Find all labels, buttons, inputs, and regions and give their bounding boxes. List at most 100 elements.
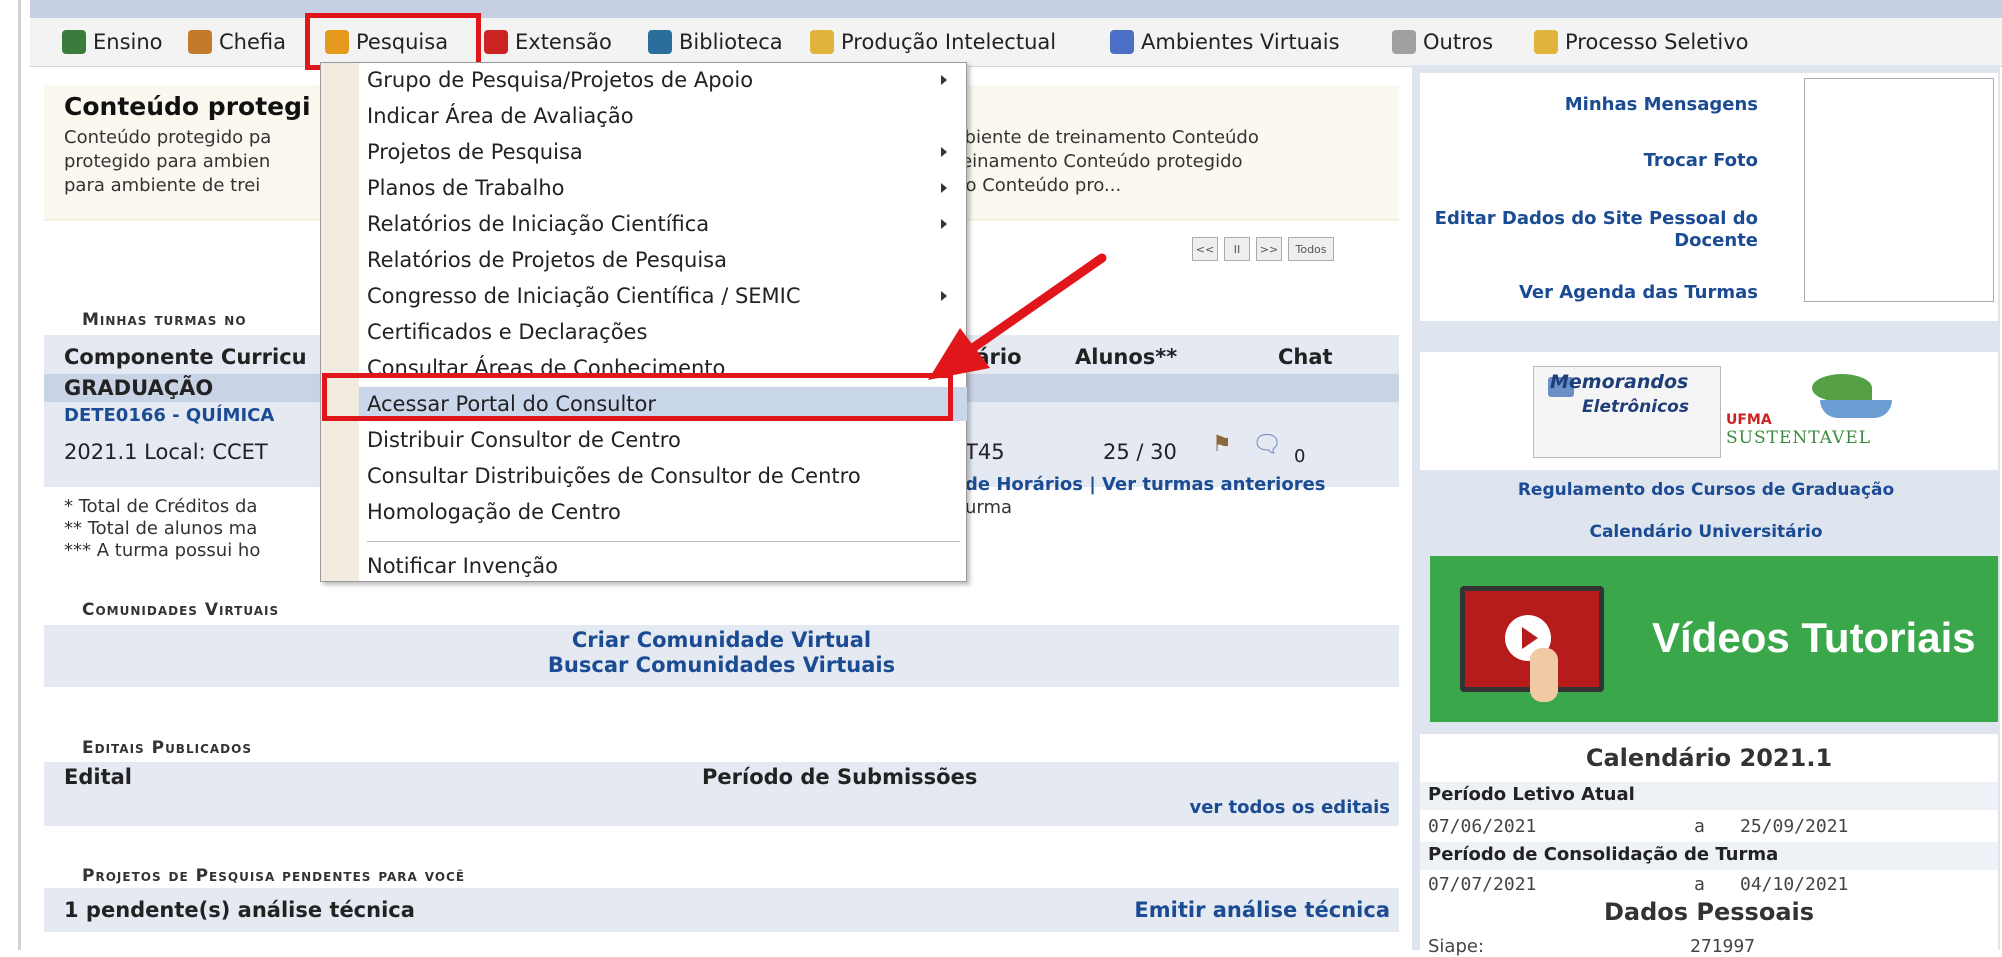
- horarios-links[interactable]: de Horários | Ver turmas anteriores: [965, 474, 1326, 495]
- dropdown-item-label: Notificar Invenção: [367, 554, 558, 578]
- book-icon: [62, 30, 86, 54]
- submenu-arrow-icon: [941, 75, 947, 85]
- turma-note: urma: [965, 497, 1013, 518]
- dropdown-icon-strip: [321, 63, 359, 581]
- videos-text: Vídeos Tutoriais: [1652, 614, 1976, 661]
- dropdown-item-label: Indicar Área de Avaliação: [367, 104, 634, 128]
- red-arrow-annotation: [928, 253, 1107, 380]
- course-alunos: 25 / 30: [1103, 440, 1177, 464]
- person-icon: [188, 30, 212, 54]
- dropdown-item[interactable]: Distribuir Consultor de Centro: [367, 423, 957, 457]
- dropdown-item[interactable]: Congresso de Iniciação Científica / SEMI…: [367, 279, 957, 313]
- pager-first-button[interactable]: <<: [1192, 237, 1218, 261]
- acessar-portal-highlight-box: [322, 373, 953, 421]
- menu-label: Ensino: [93, 30, 163, 54]
- globe-icon: [1110, 30, 1134, 54]
- desc-line: Conteúdo protegido pa: [64, 127, 272, 148]
- trocar-foto-link[interactable]: Trocar Foto: [1420, 150, 1758, 171]
- menu-processo-seletivo[interactable]: Processo Seletivo: [1534, 20, 1749, 64]
- buscar-comunidades-link[interactable]: Buscar Comunidades Virtuais: [44, 653, 1399, 677]
- editar-site-line: Editar Dados do Site Pessoal do: [1434, 208, 1758, 229]
- pager-pause-button[interactable]: II: [1224, 237, 1250, 261]
- periodo-consolidacao-sep: a: [1694, 874, 1705, 895]
- hand-pointer-icon: [1530, 648, 1558, 702]
- menu-label: Chefia: [219, 30, 286, 54]
- menu-extens-o[interactable]: Extensão: [484, 20, 612, 64]
- ufma-text: UFMA: [1726, 412, 1772, 428]
- dropdown-item[interactable]: Planos de Trabalho: [367, 171, 957, 205]
- menu-ambientes-virtuais[interactable]: Ambientes Virtuais: [1110, 20, 1340, 64]
- siape-label: Siape:: [1428, 936, 1485, 957]
- col-edital: Edital: [64, 765, 132, 789]
- dropdown-separator: [367, 541, 960, 542]
- minhas-mensagens-link[interactable]: Minhas Mensagens: [1420, 94, 1758, 115]
- menu-ensino[interactable]: Ensino: [62, 20, 163, 64]
- projetos-title: Projetos de Pesquisa pendentes para você: [82, 866, 466, 886]
- dropdown-item[interactable]: Grupo de Pesquisa/Projetos de Apoio: [367, 63, 957, 97]
- col-componente: Componente Curricu: [64, 345, 307, 369]
- dropdown-item-label: Planos de Trabalho: [367, 176, 565, 200]
- dropdown-item-label: Homologação de Centro: [367, 500, 621, 524]
- regulamento-link[interactable]: Regulamento dos Cursos de Graduação: [1412, 480, 2000, 500]
- menu-label: Extensão: [515, 30, 612, 54]
- turmas-notes: * Total de Créditos da ** Total de aluno…: [64, 496, 260, 562]
- pager-next-button[interactable]: >>: [1256, 237, 1282, 261]
- submenu-arrow-icon: [941, 183, 947, 193]
- dropdown-item[interactable]: Notificar Invenção: [367, 549, 957, 583]
- menu-label: Ambientes Virtuais: [1141, 30, 1340, 54]
- siape-value: 271997: [1690, 936, 1756, 957]
- memorandos-line1: Memorandos: [1550, 371, 1689, 393]
- dropdown-item[interactable]: Relatórios de Projetos de Pesquisa: [367, 243, 957, 277]
- editais-title: Editais Publicados: [82, 738, 252, 758]
- sustentavel-text: SUSTENTAVEL: [1726, 428, 1872, 448]
- criar-comunidade-link[interactable]: Criar Comunidade Virtual: [44, 628, 1399, 652]
- description-left: Conteúdo protegido pa protegido para amb…: [64, 126, 271, 198]
- course-link[interactable]: DETE0166 - QUÍMICA: [64, 405, 274, 426]
- forum-icon[interactable]: ⚑: [1212, 432, 1232, 457]
- emitir-analise-link[interactable]: Emitir análise técnica: [1090, 898, 1390, 922]
- menu-label: Produção Intelectual: [841, 30, 1057, 54]
- menu-outros[interactable]: Outros: [1392, 20, 1493, 64]
- menu-label: Biblioteca: [679, 30, 783, 54]
- desc-line: nto Conteúdo pro...: [947, 175, 1122, 196]
- note-line: * Total de Créditos da: [64, 496, 258, 517]
- library-icon: [648, 30, 672, 54]
- videos-tutoriais-banner[interactable]: Vídeos Tutoriais: [1430, 556, 1998, 722]
- ver-todos-editais-link[interactable]: ver todos os editais: [1100, 797, 1390, 818]
- menu-label: Processo Seletivo: [1565, 30, 1749, 54]
- periodo-letivo-end: 25/09/2021: [1740, 816, 1849, 837]
- submenu-arrow-icon: [941, 219, 947, 229]
- memorandos-line2: Eletrônicos: [1582, 397, 1689, 417]
- ver-agenda-link[interactable]: Ver Agenda das Turmas: [1420, 282, 1758, 303]
- heart-icon: [484, 30, 508, 54]
- dropdown-item[interactable]: Projetos de Pesquisa: [367, 135, 957, 169]
- ufma-sustentavel-banner[interactable]: UFMA SUSTENTAVEL: [1724, 366, 1910, 456]
- dados-pessoais-title: Dados Pessoais: [1603, 898, 1815, 926]
- memorandos-banner[interactable]: Memorandos Eletrônicos: [1533, 366, 1721, 458]
- periodo-consolidacao-start: 07/07/2021: [1428, 874, 1537, 895]
- editar-site-line: Docente: [1674, 230, 1758, 251]
- editar-site-link[interactable]: Editar Dados do Site Pessoal do Docente: [1420, 208, 1758, 252]
- menu-chefia[interactable]: Chefia: [188, 20, 286, 64]
- dropdown-item[interactable]: Relatórios de Iniciação Científica: [367, 207, 957, 241]
- dropdown-item[interactable]: Certificados e Declarações: [367, 315, 957, 349]
- dropdown-item[interactable]: Consultar Distribuições de Consultor de …: [367, 459, 957, 493]
- periodo-consolidacao-label: Período de Consolidação de Turma: [1428, 844, 1779, 865]
- comunidades-title: Comunidades Virtuais: [82, 600, 280, 620]
- desc-line: para ambiente de trei: [64, 175, 261, 196]
- desc-line: mbiente de treinamento Conteúdo: [947, 127, 1259, 148]
- profile-photo[interactable]: [1804, 78, 1994, 302]
- menu-biblioteca[interactable]: Biblioteca: [648, 20, 783, 64]
- menu-produ-o-intelectual[interactable]: Produção Intelectual: [810, 20, 1056, 64]
- calendario-universitario-link[interactable]: Calendário Universitário: [1412, 522, 2000, 542]
- dropdown-item[interactable]: Homologação de Centro: [367, 495, 957, 529]
- periodo-letivo-start: 07/06/2021: [1428, 816, 1537, 837]
- document-icon: [810, 30, 834, 54]
- hand-icon: [1820, 400, 1892, 418]
- dropdown-item-label: Distribuir Consultor de Centro: [367, 428, 681, 452]
- dropdown-item[interactable]: Indicar Área de Avaliação: [367, 99, 957, 133]
- pager-all-button[interactable]: Todos: [1288, 237, 1334, 261]
- dropdown-item-label: Projetos de Pesquisa: [367, 140, 583, 164]
- page-title: Conteúdo protegi: [64, 92, 311, 121]
- chat-icon[interactable]: 🗨: [1252, 430, 1282, 458]
